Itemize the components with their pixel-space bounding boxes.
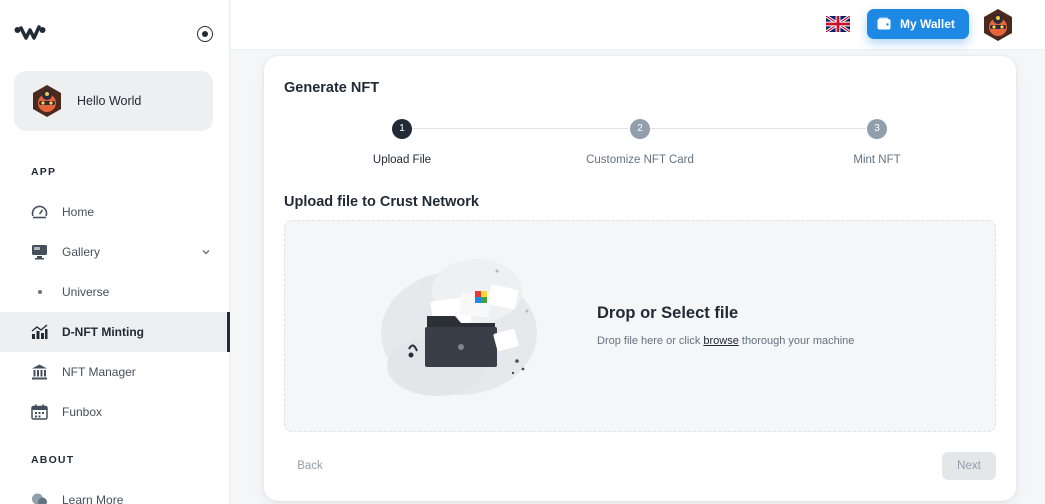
section-app: APP bbox=[31, 166, 57, 178]
step-1-indicator: 1 bbox=[392, 119, 412, 139]
chevron-down-icon bbox=[202, 250, 210, 255]
bank-icon bbox=[32, 364, 47, 380]
sidebar-collapse-toggle[interactable] bbox=[197, 26, 213, 42]
app-logo[interactable] bbox=[14, 22, 46, 42]
browse-link[interactable]: browse bbox=[703, 335, 738, 347]
sidebar-item-label: Funbox bbox=[62, 405, 103, 419]
sidebar-item-label: Learn More bbox=[62, 493, 124, 504]
chat-icon bbox=[32, 493, 47, 504]
wallet-icon bbox=[877, 17, 891, 30]
section-title: Upload file to Crust Network bbox=[284, 194, 479, 210]
stepper-connector bbox=[412, 128, 628, 129]
sidebar-item-gallery[interactable]: Gallery bbox=[0, 232, 230, 272]
back-button[interactable]: Back bbox=[284, 452, 336, 480]
wallet-label: My Wallet bbox=[900, 17, 955, 31]
page-title: Generate NFT bbox=[284, 80, 380, 96]
avatar[interactable] bbox=[981, 8, 1015, 42]
account-name: Hello World bbox=[77, 94, 142, 108]
sidebar-item-funbox[interactable]: Funbox bbox=[0, 392, 230, 432]
avatar bbox=[33, 85, 61, 117]
dashboard-icon bbox=[31, 205, 48, 219]
sidebar: Hello World APP Home Gallery Universe D-… bbox=[0, 0, 230, 504]
sidebar-item-learn-more[interactable]: Learn More bbox=[0, 480, 230, 504]
uk-flag-icon[interactable] bbox=[826, 16, 850, 32]
step-2-indicator: 2 bbox=[630, 119, 650, 139]
sidebar-item-home[interactable]: Home bbox=[0, 192, 230, 232]
bullet-dot-icon bbox=[38, 290, 42, 294]
my-wallet-button[interactable]: My Wallet bbox=[867, 9, 969, 39]
dropzone-title: Drop or Select file bbox=[597, 304, 739, 322]
sidebar-item-label: D-NFT Minting bbox=[62, 325, 144, 339]
file-dropzone[interactable]: Drop or Select file Drop file here or cl… bbox=[284, 220, 996, 432]
sidebar-item-minting[interactable]: D-NFT Minting bbox=[0, 312, 230, 352]
dropzone-desc-text: thorough your machine bbox=[738, 335, 855, 347]
chart-icon bbox=[31, 324, 48, 339]
next-button[interactable]: Next bbox=[942, 452, 996, 480]
step-1-label: Upload File bbox=[372, 154, 432, 166]
dropzone-description: Drop file here or click browse thorough … bbox=[597, 335, 854, 347]
step-3-indicator: 3 bbox=[867, 119, 887, 139]
section-about: ABOUT bbox=[31, 454, 75, 466]
sidebar-item-label: Gallery bbox=[62, 245, 101, 259]
sidebar-item-label: NFT Manager bbox=[62, 365, 136, 379]
dropzone-desc-text: Drop file here or click bbox=[597, 335, 704, 347]
sidebar-item-label: Universe bbox=[62, 285, 110, 299]
step-2-label: Customize NFT Card bbox=[586, 154, 694, 166]
upload-folder-illustration bbox=[381, 259, 537, 396]
account-card[interactable]: Hello World bbox=[14, 71, 213, 131]
calendar-icon bbox=[31, 404, 48, 420]
step-3-label: Mint NFT bbox=[853, 154, 901, 166]
sidebar-item-label: Home bbox=[62, 205, 95, 219]
sidebar-item-nft-manager[interactable]: NFT Manager bbox=[0, 352, 230, 392]
stepper-connector bbox=[650, 128, 866, 129]
monitor-icon bbox=[32, 245, 47, 260]
generate-nft-card: Generate NFT 1 2 3 Upload File Customize… bbox=[264, 56, 1016, 501]
sidebar-item-universe[interactable]: Universe bbox=[0, 272, 230, 312]
